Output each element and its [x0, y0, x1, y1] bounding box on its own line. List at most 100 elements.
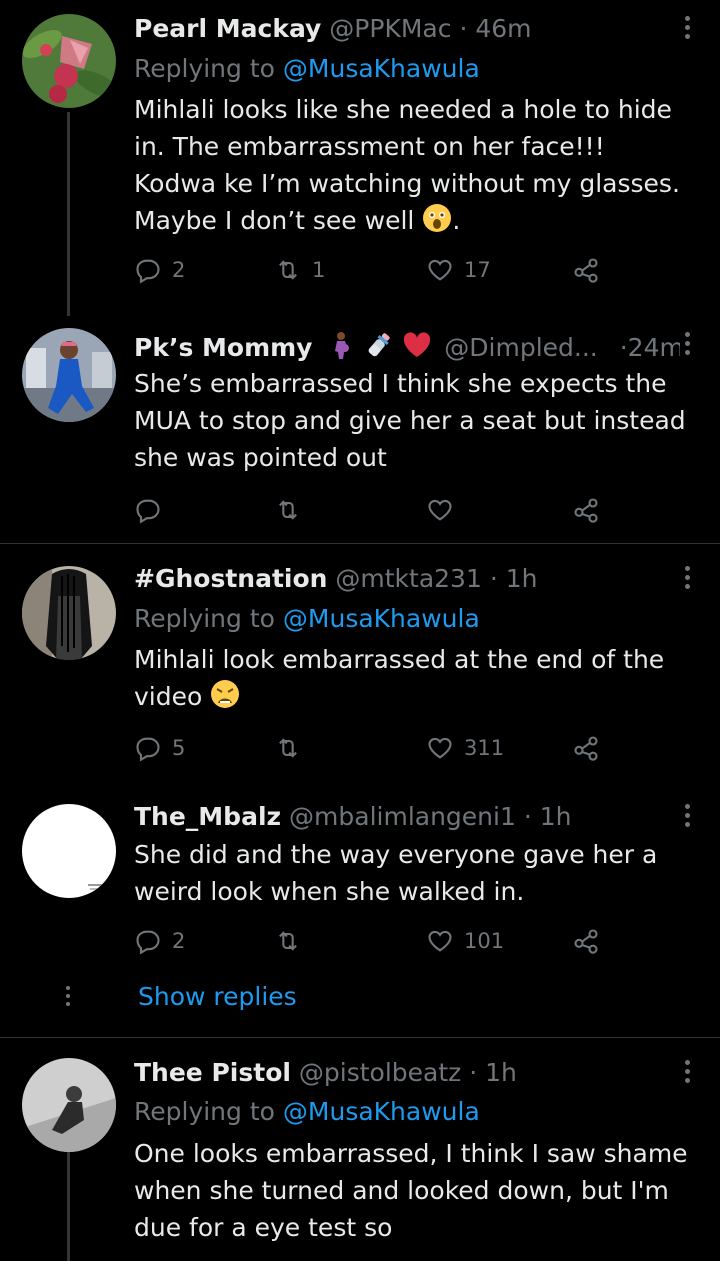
avatar[interactable]: [22, 1058, 116, 1152]
thread-continuation-dots: [66, 986, 72, 1010]
like-button[interactable]: 17: [426, 253, 491, 287]
avatar[interactable]: [22, 566, 116, 660]
like-icon: [428, 737, 452, 759]
more-icon[interactable]: [684, 16, 692, 42]
tweet-time[interactable]: 1h: [506, 564, 538, 593]
reply-button[interactable]: 5: [134, 731, 185, 765]
share-icon: [574, 498, 598, 523]
tweet-time[interactable]: 1h: [485, 1058, 517, 1087]
reply-count: 2: [172, 258, 186, 282]
like-button[interactable]: 101: [426, 924, 504, 958]
red-heart-icon: [404, 332, 431, 357]
tweet[interactable]: Pearl Mackay @PPKMac · 46m Replying to @…: [0, 0, 720, 320]
share-button[interactable]: [572, 253, 600, 287]
share-icon: [574, 258, 598, 283]
replying-label: Replying to: [134, 604, 275, 633]
avatar[interactable]: [22, 328, 116, 422]
dot-separator: ·: [523, 802, 532, 831]
reply-button[interactable]: 2: [134, 924, 185, 958]
author-handle[interactable]: @mbalimlangeni1: [289, 802, 516, 831]
like-icon: [428, 930, 452, 952]
author-name[interactable]: Pk’s Mommy: [134, 333, 312, 362]
tweet-text: She did and the way everyone gave her a …: [134, 836, 694, 910]
tweet-time[interactable]: 46m: [475, 14, 531, 43]
retweet-count: 1: [312, 258, 326, 282]
reply-button[interactable]: [134, 493, 162, 527]
tweet-text-content: One looks embarrassed, I think I saw sha…: [134, 1139, 688, 1242]
avatar[interactable]: [22, 14, 116, 108]
like-icon: [428, 259, 452, 281]
author-name[interactable]: Thee Pistol: [134, 1058, 291, 1087]
like-button[interactable]: 311: [426, 731, 504, 765]
author-name[interactable]: The_Mbalz: [134, 802, 281, 831]
author-name[interactable]: #Ghostnation: [134, 564, 327, 593]
retweet-button[interactable]: [274, 731, 302, 765]
tweet[interactable]: #Ghostnation @mtkta231 · 1h Replying to …: [0, 544, 720, 786]
tweet-header: Thee Pistol @pistolbeatz · 1h: [134, 1056, 680, 1090]
tweet-text-content: Mihlali looks like she needed a hole to …: [134, 95, 680, 235]
share-icon: [574, 929, 598, 954]
reply-count: 5: [172, 736, 186, 760]
more-icon[interactable]: [684, 804, 692, 830]
tweet-actions: [134, 493, 614, 527]
retweet-button[interactable]: [274, 924, 302, 958]
share-button[interactable]: [572, 731, 600, 765]
more-icon[interactable]: [684, 566, 692, 592]
tweet-text: She’s embarrassed I think she expects th…: [134, 365, 694, 476]
like-count: 101: [464, 929, 505, 953]
tweet-text-content: She’s embarrassed I think she expects th…: [134, 369, 686, 472]
author-name[interactable]: Pearl Mackay: [134, 14, 321, 43]
share-button[interactable]: [572, 924, 600, 958]
weary-face-icon: [211, 680, 240, 708]
retweet-icon: [279, 738, 297, 758]
reply-count: 2: [172, 929, 186, 953]
avatar-image: [22, 328, 116, 422]
avatar[interactable]: [22, 804, 116, 898]
replying-label: Replying to: [134, 1097, 275, 1126]
replying-to-link[interactable]: @MusaKhawula: [283, 54, 480, 83]
author-handle[interactable]: @mtkta231: [335, 564, 481, 593]
tweet-actions: 2 101: [134, 924, 614, 958]
baby-bottle-icon: [369, 333, 390, 357]
retweet-icon: [279, 500, 297, 520]
author-handle[interactable]: @PPKMac: [329, 14, 451, 43]
author-handle[interactable]: @Dimpled...: [444, 333, 597, 362]
more-icon[interactable]: [684, 1060, 692, 1086]
replying-to-link[interactable]: @MusaKhawula: [283, 604, 480, 633]
tweet-time[interactable]: 1h: [540, 802, 572, 831]
reply-icon: [136, 259, 160, 284]
tweet[interactable]: Thee Pistol @pistolbeatz · 1h Replying t…: [0, 1038, 720, 1261]
astonished-face-icon: [423, 204, 452, 232]
retweet-icon: [279, 260, 297, 280]
tweet[interactable]: The_Mbalz @mbalimlangeni1 · 1h She did a…: [0, 786, 720, 1036]
replying-to: Replying to @MusaKhawula: [134, 52, 480, 86]
reply-icon: [136, 499, 160, 524]
dot-separator: ·: [619, 333, 628, 362]
avatar-image: [22, 14, 116, 108]
reply-icon: [136, 737, 160, 762]
tweet[interactable]: Pk’s Mommy @Dimpled... ·24m She’s embarr…: [0, 320, 720, 542]
dot-separator: ·: [489, 564, 498, 593]
reply-button[interactable]: 2: [134, 253, 185, 287]
dot-separator: ·: [469, 1058, 478, 1087]
share-icon: [574, 736, 598, 761]
more-icon[interactable]: [684, 332, 692, 358]
like-count: 17: [464, 258, 491, 282]
tweet-text-content: She did and the way everyone gave her a …: [134, 840, 658, 906]
tweet-text: Mihlali look embarrassed at the end of t…: [134, 641, 694, 715]
share-button[interactable]: [572, 493, 600, 527]
tweet-time[interactable]: 24m: [628, 333, 680, 362]
retweet-button[interactable]: [274, 493, 302, 527]
reply-icon: [136, 930, 160, 955]
replying-to-link[interactable]: @MusaKhawula: [283, 1097, 480, 1126]
retweet-icon: [279, 931, 297, 951]
like-count: 311: [464, 736, 505, 760]
tweet-header: #Ghostnation @mtkta231 · 1h: [134, 562, 680, 596]
show-replies-link[interactable]: Show replies: [138, 980, 297, 1014]
tweet-header: Pk’s Mommy @Dimpled... ·24m: [134, 330, 680, 364]
retweet-button[interactable]: 1: [274, 253, 325, 287]
avatar-image: [22, 804, 116, 898]
like-button[interactable]: [426, 493, 454, 527]
author-handle[interactable]: @pistolbeatz: [299, 1058, 461, 1087]
like-icon: [428, 499, 452, 521]
